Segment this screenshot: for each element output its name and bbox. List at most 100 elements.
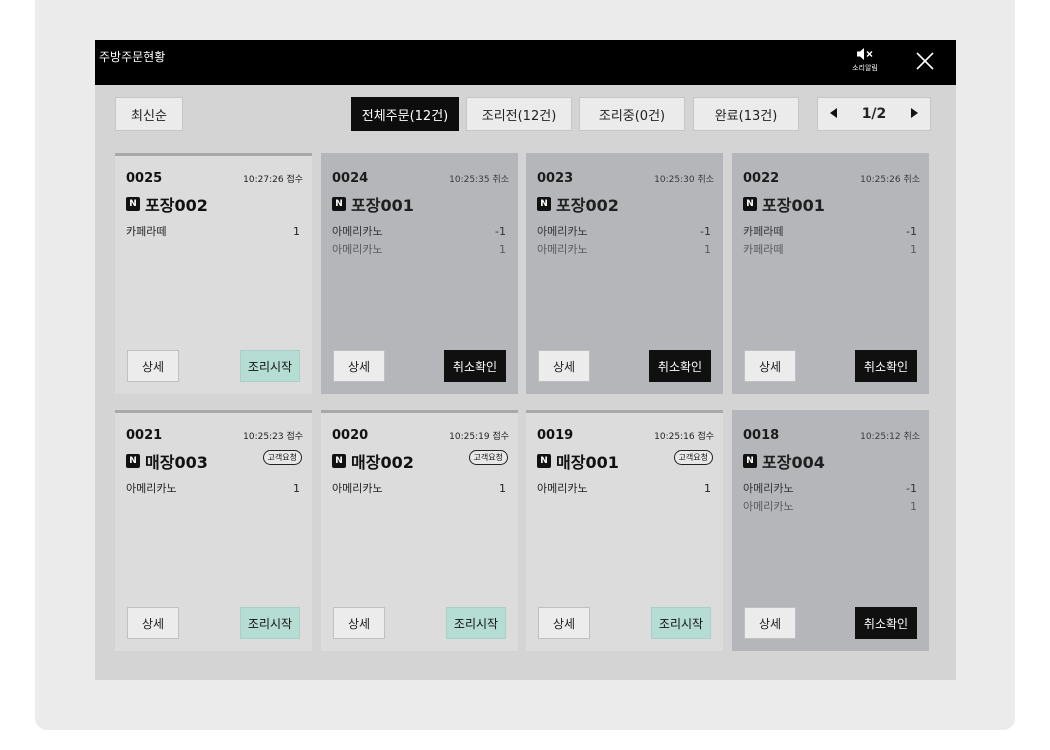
item-qty: 1	[293, 225, 300, 238]
order-card[interactable]: 0019 10:25:16 접수 N 매장001 고객요청 아메리카노 1 상세…	[526, 410, 723, 651]
item-qty: -1	[495, 225, 506, 238]
detail-button[interactable]: 상세	[744, 607, 796, 639]
order-type: N 포장002	[537, 192, 619, 216]
page-indicator: 1/2	[861, 106, 887, 122]
start-cooking-button[interactable]: 조리시작	[446, 607, 506, 639]
n-badge-icon: N	[332, 454, 346, 468]
item-qty: 1	[910, 243, 917, 256]
order-type: N 포장001	[332, 192, 414, 216]
tab-all-orders[interactable]: 전체주문(12건)	[351, 97, 459, 131]
n-badge-icon: N	[537, 454, 551, 468]
order-type: N 포장002	[126, 192, 208, 216]
customer-request-badge: 고객요청	[262, 450, 302, 465]
title-bar: 주방주문현황 소리알림	[95, 40, 956, 85]
order-number: 0019	[537, 428, 574, 443]
tab-cooking[interactable]: 조리중(0건)	[579, 97, 685, 131]
next-page-icon[interactable]	[910, 107, 918, 122]
customer-request-badge: 고객요청	[468, 450, 508, 465]
tab-completed[interactable]: 완료(13건)	[693, 97, 799, 131]
n-badge-icon: N	[332, 197, 346, 211]
order-item: 아메리카노 1	[537, 241, 711, 259]
order-card[interactable]: 0021 10:25:23 접수 N 매장003 고객요청 아메리카노 1 상세…	[115, 410, 312, 651]
sort-label: 최신순	[131, 108, 167, 124]
sound-toggle[interactable]: 소리알림	[847, 46, 883, 73]
cancel-confirm-button[interactable]: 취소확인	[855, 350, 917, 382]
close-icon[interactable]	[913, 49, 937, 73]
order-type-label: 포장004	[762, 453, 825, 472]
detail-button[interactable]: 상세	[333, 350, 385, 382]
start-cooking-button[interactable]: 조리시작	[240, 350, 300, 382]
order-items: 아메리카노 -1 아메리카노 1	[537, 223, 711, 259]
order-item: 아메리카노 1	[537, 480, 711, 498]
order-type-label: 포장002	[145, 196, 208, 215]
order-card[interactable]: 0024 10:25:35 취소 N 포장001 아메리카노 -1 아메리카노 …	[321, 153, 518, 394]
order-card[interactable]: 0023 10:25:30 취소 N 포장002 아메리카노 -1 아메리카노 …	[526, 153, 723, 394]
order-card[interactable]: 0020 10:25:19 접수 N 매장002 고객요청 아메리카노 1 상세…	[321, 410, 518, 651]
tab-label: 조리중(0건)	[598, 108, 666, 124]
prev-page-icon[interactable]	[830, 107, 838, 122]
order-item: 아메리카노 -1	[537, 223, 711, 241]
detail-button[interactable]: 상세	[538, 607, 590, 639]
item-qty: 1	[910, 500, 917, 513]
order-item: 아메리카노 -1	[332, 223, 506, 241]
order-time: 10:25:23 접수	[243, 432, 303, 442]
order-type-label: 포장002	[556, 196, 619, 215]
start-cooking-button[interactable]: 조리시작	[240, 607, 300, 639]
detail-button[interactable]: 상세	[127, 607, 179, 639]
tab-label: 조리전(12건)	[481, 108, 557, 124]
tab-before-cooking[interactable]: 조리전(12건)	[466, 97, 572, 131]
order-number: 0018	[743, 428, 780, 443]
item-qty: 1	[499, 243, 506, 256]
item-name: 아메리카노	[126, 482, 177, 495]
cancel-confirm-button[interactable]: 취소확인	[649, 350, 711, 382]
item-name: 아메리카노	[537, 225, 588, 238]
order-items: 아메리카노 1	[537, 480, 711, 498]
item-name: 아메리카노	[537, 482, 588, 495]
customer-request-badge: 고객요청	[673, 450, 713, 465]
item-qty: -1	[906, 225, 917, 238]
detail-button[interactable]: 상세	[538, 350, 590, 382]
order-item: 아메리카노 1	[332, 241, 506, 259]
sort-button[interactable]: 최신순	[115, 97, 183, 131]
detail-button[interactable]: 상세	[744, 350, 796, 382]
order-time: 10:25:30 취소	[654, 175, 714, 185]
item-qty: -1	[700, 225, 711, 238]
order-time: 10:25:19 접수	[449, 432, 509, 442]
item-name: 아메리카노	[332, 225, 383, 238]
sound-label: 소리알림	[852, 64, 878, 72]
detail-button[interactable]: 상세	[333, 607, 385, 639]
order-type-label: 포장001	[351, 196, 414, 215]
detail-button[interactable]: 상세	[127, 350, 179, 382]
order-type-label: 매장001	[556, 453, 619, 472]
cancel-confirm-button[interactable]: 취소확인	[855, 607, 917, 639]
order-type-label: 매장002	[351, 453, 414, 472]
order-item: 아메리카노 1	[332, 480, 506, 498]
tab-label: 완료(13건)	[714, 108, 778, 124]
order-card[interactable]: 0022 10:25:26 취소 N 포장001 카페라떼 -1 카페라떼 1 …	[732, 153, 929, 394]
item-name: 카페라떼	[126, 225, 167, 238]
order-item: 카페라떼 1	[126, 223, 300, 241]
item-qty: 1	[293, 482, 300, 495]
order-card[interactable]: 0025 10:27:26 접수 N 포장002 카페라떼 1 상세 조리시작	[115, 153, 312, 394]
item-qty: 1	[704, 482, 711, 495]
order-number: 0023	[537, 171, 574, 186]
item-name: 아메리카노	[743, 500, 794, 513]
order-items: 아메리카노 -1 아메리카노 1	[332, 223, 506, 259]
order-card[interactable]: 0018 10:25:12 취소 N 포장004 아메리카노 -1 아메리카노 …	[732, 410, 929, 651]
item-name: 아메리카노	[332, 482, 383, 495]
n-badge-icon: N	[743, 197, 757, 211]
order-items: 카페라떼 -1 카페라떼 1	[743, 223, 917, 259]
order-time: 10:25:12 취소	[860, 432, 920, 442]
order-item: 아메리카노 -1	[743, 480, 917, 498]
item-qty: 1	[704, 243, 711, 256]
order-time: 10:25:16 접수	[654, 432, 714, 442]
start-cooking-button[interactable]: 조리시작	[651, 607, 711, 639]
cancel-confirm-button[interactable]: 취소확인	[444, 350, 506, 382]
order-number: 0022	[743, 171, 780, 186]
order-time: 10:25:35 취소	[449, 175, 509, 185]
toolbar: 최신순 전체주문(12건) 조리전(12건) 조리중(0건) 완료(13건) 1…	[95, 85, 956, 145]
order-items: 카페라떼 1	[126, 223, 300, 241]
order-item: 아메리카노 1	[126, 480, 300, 498]
item-name: 아메리카노	[537, 243, 588, 256]
item-qty: 1	[499, 482, 506, 495]
